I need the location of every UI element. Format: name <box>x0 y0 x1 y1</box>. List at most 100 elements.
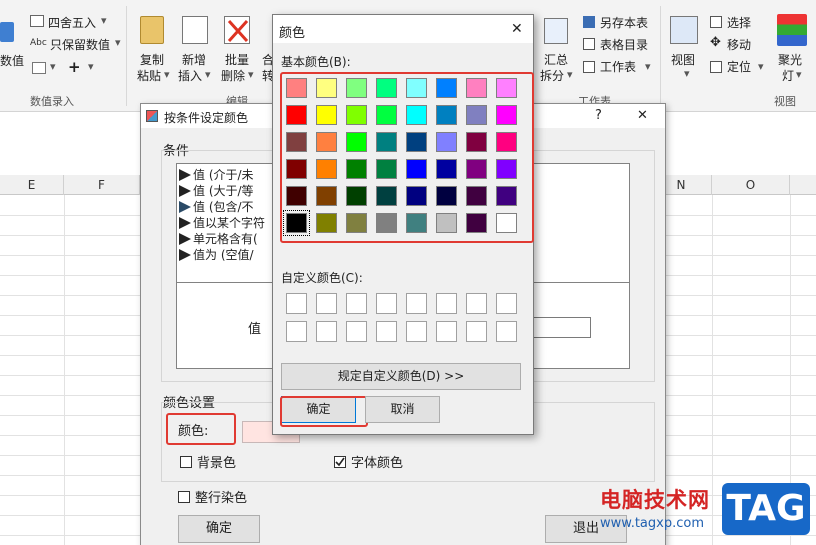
custom-color-slot[interactable] <box>436 293 457 314</box>
font-color-checkbox[interactable] <box>334 456 346 468</box>
view-icon[interactable] <box>670 16 698 44</box>
custom-color-slot[interactable] <box>286 321 307 342</box>
whole-row-label[interactable]: 整行染色 <box>195 487 247 506</box>
custom-color-slot[interactable] <box>376 321 397 342</box>
condition-text: 单元格含有( <box>193 232 258 246</box>
font-color-label[interactable]: 字体颜色 <box>351 452 403 471</box>
condition-text: 值以某个字符 <box>193 216 266 230</box>
check-icon <box>335 457 345 467</box>
condition-item[interactable]: 值以某个字符 <box>179 214 265 230</box>
custom-color-slot[interactable] <box>376 293 397 314</box>
view-group-label: 视图 <box>774 95 796 108</box>
column-header-e[interactable]: E <box>0 175 64 195</box>
value-label[interactable]: 数值 <box>0 52 24 69</box>
move-icon[interactable]: ✥ <box>710 35 721 50</box>
custom-color-slot[interactable] <box>496 321 517 342</box>
custom-color-slot[interactable] <box>346 321 367 342</box>
define-custom-color-button[interactable]: 规定自定义颜色(D) >> <box>281 363 521 390</box>
column-header-f[interactable]: F <box>64 175 140 195</box>
custom-color-slot[interactable] <box>496 293 517 314</box>
column-header-o[interactable]: O <box>712 175 790 195</box>
copy-paste-icon[interactable] <box>140 16 164 44</box>
watermark-url: www.tagxp.com <box>600 516 704 531</box>
value-label: 值 <box>248 322 262 337</box>
worksheet-icon[interactable] <box>583 61 595 73</box>
insert-label[interactable]: 插入 <box>178 67 202 84</box>
save-sheet-icon[interactable] <box>583 16 595 28</box>
value-input[interactable] <box>525 317 591 338</box>
spotlight-label-2[interactable]: 灯 <box>782 67 794 84</box>
keep-value-button[interactable]: 只保留数值 <box>50 36 110 53</box>
plus-dropdown-icon[interactable]: ▾ <box>88 60 94 73</box>
edit-pen-dropdown-icon[interactable]: ▾ <box>50 60 56 73</box>
spotlight-dropdown-icon[interactable]: ▾ <box>796 68 802 81</box>
color-dialog-title-bar[interactable] <box>273 15 533 43</box>
ribbon-separator <box>126 6 127 106</box>
custom-color-slot[interactable] <box>436 321 457 342</box>
custom-color-slot[interactable] <box>286 293 307 314</box>
round-icon[interactable] <box>30 15 44 27</box>
batch-delete-icon[interactable] <box>224 16 250 44</box>
locate-button[interactable]: 定位 <box>727 58 751 75</box>
color-dialog-title: 颜色 <box>279 26 306 41</box>
spotlight-label[interactable]: 聚光 <box>778 51 802 68</box>
copy-label[interactable]: 复制 <box>140 51 164 68</box>
add-label[interactable]: 新增 <box>182 51 206 68</box>
custom-color-slot[interactable] <box>406 293 427 314</box>
dialog-title: 按条件设定颜色 <box>164 111 249 125</box>
delete-label[interactable]: 删除 <box>221 67 245 84</box>
worksheet-button[interactable]: 工作表 <box>600 58 636 75</box>
color-cancel-button[interactable]: 取消 <box>365 396 440 423</box>
select-button[interactable]: 选择 <box>727 14 751 31</box>
condition-item[interactable]: 单元格含有( <box>179 230 258 246</box>
round-dropdown-icon[interactable]: ▾ <box>101 14 107 27</box>
value-icon[interactable] <box>0 22 14 42</box>
custom-color-slot[interactable] <box>406 321 427 342</box>
paste-dropdown-icon[interactable]: ▾ <box>164 68 170 81</box>
condition-item[interactable]: 值 (大于/等 <box>179 182 254 198</box>
batch-label[interactable]: 批量 <box>225 51 249 68</box>
background-label[interactable]: 背景色 <box>197 452 236 471</box>
paste-label[interactable]: 粘贴 <box>137 67 161 84</box>
whole-row-checkbox[interactable] <box>178 491 190 503</box>
custom-color-slot[interactable] <box>466 321 487 342</box>
move-button[interactable]: 移动 <box>727 36 751 53</box>
view-button[interactable]: 视图 <box>671 51 695 68</box>
color-dialog-close-icon[interactable]: ✕ <box>511 21 523 37</box>
ok-button[interactable]: 确定 <box>178 515 260 543</box>
background-checkbox[interactable] <box>180 456 192 468</box>
condition-item[interactable]: 值为 (空值/ <box>179 246 254 262</box>
summarize-icon[interactable] <box>544 18 568 44</box>
keep-value-dropdown-icon[interactable]: ▾ <box>115 36 121 49</box>
spotlight-icon[interactable] <box>777 14 807 46</box>
split-dropdown-icon[interactable]: ▾ <box>567 68 573 81</box>
condition-item[interactable]: 值 (介于/未 <box>179 166 254 182</box>
select-icon[interactable] <box>710 16 722 28</box>
view-dropdown-icon[interactable]: ▾ <box>684 67 690 80</box>
insert-dropdown-icon[interactable]: ▾ <box>205 68 211 81</box>
round-button[interactable]: 四舍五入 <box>48 14 96 31</box>
sheet-dir-icon[interactable] <box>583 38 595 50</box>
condition-text: 值为 (空值/ <box>193 248 254 262</box>
locate-icon[interactable] <box>710 61 722 73</box>
custom-color-slot[interactable] <box>466 293 487 314</box>
locate-dropdown-icon[interactable]: ▾ <box>758 60 764 73</box>
worksheet-dropdown-icon[interactable]: ▾ <box>645 60 651 73</box>
split-label[interactable]: 拆分 <box>540 67 564 84</box>
condition-item[interactable]: 值 (包含/不 <box>179 198 254 214</box>
expand-arrow-icon <box>179 217 191 229</box>
basic-colors-highlight <box>280 72 534 243</box>
custom-color-slot[interactable] <box>316 321 337 342</box>
custom-color-slot[interactable] <box>316 293 337 314</box>
summarize-label[interactable]: 汇总 <box>544 51 568 68</box>
add-insert-icon[interactable] <box>182 16 208 44</box>
close-icon[interactable]: ✕ <box>637 108 648 123</box>
save-sheet-button[interactable]: 另存本表 <box>600 14 648 31</box>
help-button[interactable]: ? <box>595 108 602 123</box>
sheet-dir-button[interactable]: 表格目录 <box>600 36 648 53</box>
expand-arrow-icon <box>179 201 191 213</box>
delete-dropdown-icon[interactable]: ▾ <box>248 68 254 81</box>
custom-color-slot[interactable] <box>346 293 367 314</box>
plus-icon[interactable]: + <box>68 58 81 76</box>
edit-pen-icon[interactable] <box>32 62 46 74</box>
